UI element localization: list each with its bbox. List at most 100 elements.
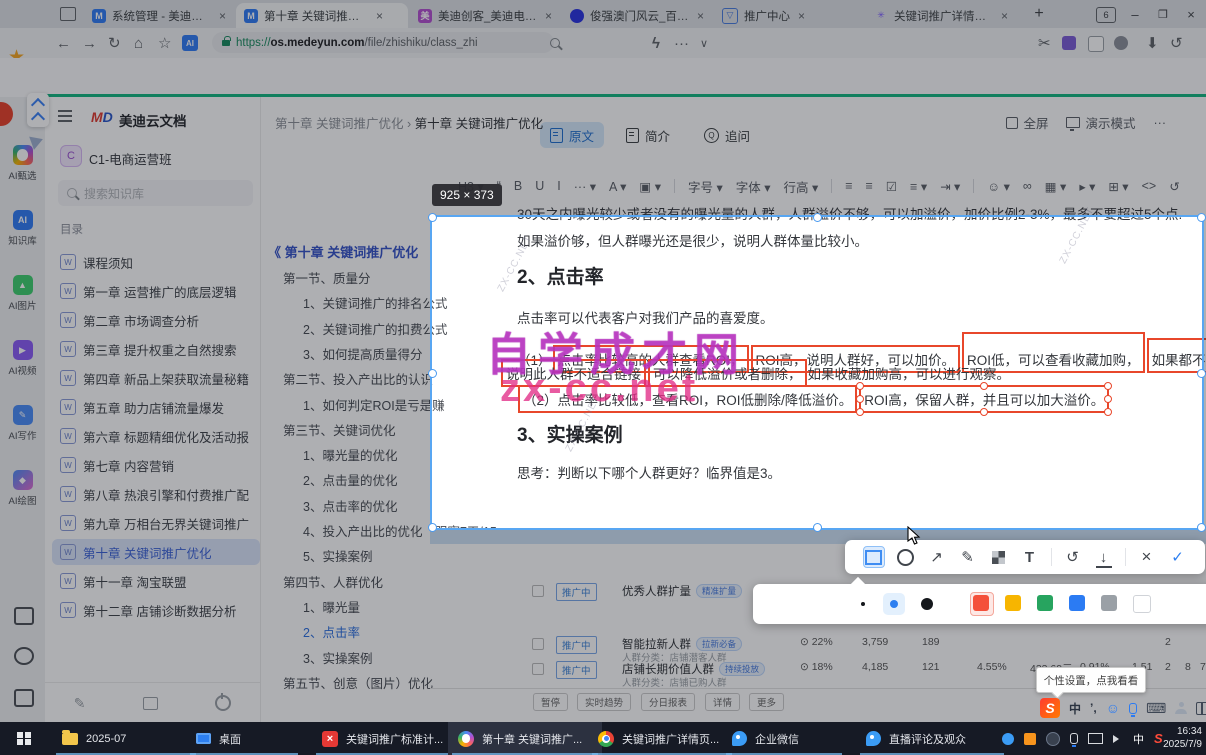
maximize-button[interactable]: ❐	[1150, 0, 1176, 28]
editor-tool-icon[interactable]: 字体 ▾	[736, 177, 771, 196]
knowledge-search-input[interactable]: 搜索知识库	[58, 180, 253, 206]
editor-tool-icon[interactable]: A ▾	[609, 179, 626, 194]
mic-icon[interactable]	[1128, 702, 1137, 717]
tab-close-icon[interactable]: ×	[219, 9, 226, 23]
puzzle-extension-icon[interactable]	[1114, 36, 1128, 50]
selection-handle[interactable]	[428, 368, 437, 378]
tree-item[interactable]: W 课程须知	[52, 249, 260, 275]
tree-item[interactable]: W 第十一章 淘宝联盟	[52, 568, 260, 594]
nav-item[interactable]: 5、实操案例	[303, 546, 372, 565]
tree-item[interactable]: W 第三章 提升权重之自然搜索	[52, 336, 260, 362]
editor-tool-icon[interactable]: ↺	[1169, 179, 1179, 194]
tab-close-icon[interactable]: ×	[697, 9, 704, 23]
tray-steam-icon[interactable]	[1046, 731, 1060, 746]
browser-tab[interactable]: ✳ 关键词推广详情页_万相 ×	[866, 3, 1016, 28]
download-icon[interactable]: ⬇	[1146, 28, 1159, 58]
breadcrumb-parent[interactable]: 第十章 关键词推广优化	[275, 117, 403, 131]
rail-item-4[interactable]: ▶ AI视频	[0, 340, 45, 377]
collapse-chevrons[interactable]	[27, 93, 49, 127]
table-action-button[interactable]: 分日报表	[641, 693, 696, 711]
selection-handle[interactable]	[1197, 213, 1206, 222]
editor-tool-icon[interactable]: I	[557, 179, 560, 193]
taskbar-item[interactable]: 关键词推广详情页...	[588, 722, 736, 755]
tree-item[interactable]: W 第六章 标题精细优化及活动报	[52, 423, 260, 449]
extension-count-badge[interactable]: 6	[1096, 7, 1116, 23]
tab-intro[interactable]: 简介	[616, 122, 680, 148]
browser-tab[interactable]: M 第十章 关键词推广优化 ×	[236, 3, 408, 28]
tray-display-icon[interactable]	[1088, 733, 1103, 744]
table-action-button[interactable]: 实时趋势	[577, 693, 632, 711]
text-tool-button[interactable]: T	[1020, 547, 1040, 567]
fullscreen-button[interactable]: 全屏	[1006, 113, 1048, 132]
rect-tool-button[interactable]	[862, 546, 885, 568]
editor-tool-icon[interactable]: U	[535, 179, 544, 193]
nav-item[interactable]: 1、曝光量	[303, 597, 360, 616]
address-bar[interactable]: https://os.medeyun.com/file/zhishiku/cla…	[212, 32, 554, 53]
nav-item[interactable]: 第二节、投入产出比的认识	[283, 369, 433, 388]
nav-item[interactable]: 3、如何提高质量得分	[303, 344, 422, 363]
stroke-large-button[interactable]	[921, 598, 933, 610]
audience-name[interactable]: 优秀人群扩量 精准扩量	[622, 583, 743, 599]
browser-tab[interactable]: ▽ 推广中心 ×	[714, 3, 864, 28]
taskbar-clock[interactable]: 16:34 2025/7/9	[1132, 725, 1202, 751]
tab-original-text[interactable]: 原文	[540, 122, 605, 148]
editor-tool-icon[interactable]: ▦ ▾	[1045, 179, 1067, 194]
reload-icon[interactable]: ↻	[108, 28, 121, 58]
new-tab-button[interactable]: +	[1026, 0, 1052, 28]
tab-ask[interactable]: Q 追问	[694, 122, 760, 148]
nav-item[interactable]: 第一节、质量分	[283, 268, 371, 287]
color-green-swatch[interactable]	[1037, 595, 1053, 611]
tree-item[interactable]: W 第八章 热浪引擎和付费推广配	[52, 481, 260, 507]
editor-tool-icon[interactable]: ≡	[845, 179, 852, 193]
flash-icon[interactable]: ϟ	[652, 28, 660, 58]
cancel-capture-button[interactable]: ×	[1137, 547, 1157, 567]
rail-item-5[interactable]: ✎ AI写作	[0, 405, 45, 442]
back-icon[interactable]: ←	[56, 28, 71, 58]
editor-tool-icon[interactable]: ☺ ▾	[987, 179, 1010, 194]
zoom-search-icon[interactable]	[550, 28, 560, 58]
clock-icon[interactable]	[14, 647, 34, 665]
selection-handle[interactable]	[428, 523, 437, 532]
color-gray-swatch[interactable]	[1101, 595, 1117, 611]
tree-item[interactable]: W 第七章 内容营销	[52, 452, 260, 478]
dropdown-chevron-icon[interactable]: ∨	[700, 28, 708, 58]
workspace-avatar[interactable]: C	[60, 145, 82, 167]
nav-item[interactable]: 第四节、人群优化	[283, 572, 383, 591]
tree-item[interactable]: W 第十章 关键词推广优化	[52, 539, 260, 565]
ai-extension-icon[interactable]: AI	[182, 35, 198, 51]
tray-volume-icon[interactable]	[1113, 734, 1123, 743]
nav-item[interactable]: 3、实操案例	[303, 648, 372, 667]
skin-icon[interactable]	[1196, 701, 1206, 715]
editor-tool-icon[interactable]: ⇥ ▾	[940, 179, 960, 194]
tree-item[interactable]: W 第五章 助力店铺流量爆发	[52, 394, 260, 420]
editor-tool-icon[interactable]: ··· ▾	[574, 179, 596, 194]
tray-wecom-icon[interactable]	[1002, 732, 1014, 745]
selection-handle[interactable]	[813, 523, 822, 532]
arrow-tool-button[interactable]: ↗	[927, 547, 947, 567]
close-window-button[interactable]: ×	[1178, 0, 1204, 28]
home-icon[interactable]: ⌂	[134, 28, 143, 58]
nav-item[interactable]: 2、关键词推广的扣费公式	[303, 319, 447, 338]
editor-tool-icon[interactable]: ∞	[1023, 179, 1032, 193]
workspace-name[interactable]: C1-电商运营班	[89, 149, 172, 168]
color-blue-swatch[interactable]	[1069, 595, 1085, 611]
confirm-capture-button[interactable]: ✓	[1168, 547, 1188, 567]
editor-tool-icon[interactable]: B	[514, 179, 522, 193]
briefcase-icon[interactable]	[14, 689, 34, 707]
table-action-button[interactable]: 更多	[749, 693, 785, 711]
stroke-small-button[interactable]	[861, 602, 865, 606]
color-red-swatch[interactable]	[973, 595, 989, 611]
editor-tool-icon[interactable]: ☑	[886, 179, 897, 194]
editor-tool-icon[interactable]: ≡	[866, 179, 873, 193]
tab-close-icon[interactable]: ×	[545, 9, 552, 23]
tab-close-icon[interactable]: ×	[376, 9, 383, 23]
tree-item[interactable]: W 第四章 新品上架获取流量秘籍	[52, 365, 260, 391]
tray-app-icon[interactable]	[1024, 732, 1036, 745]
editor-tool-icon[interactable]: ⊞ ▾	[1108, 179, 1128, 194]
puzzle-icon[interactable]	[14, 607, 34, 625]
selection-handle[interactable]	[1197, 523, 1206, 532]
tray-mic-icon[interactable]	[1070, 733, 1078, 747]
rail-item-2[interactable]: AI 知识库	[0, 210, 45, 247]
taskbar-item[interactable]: 第十章 关键词推广...	[448, 722, 602, 755]
row-checkbox[interactable]	[532, 663, 544, 675]
